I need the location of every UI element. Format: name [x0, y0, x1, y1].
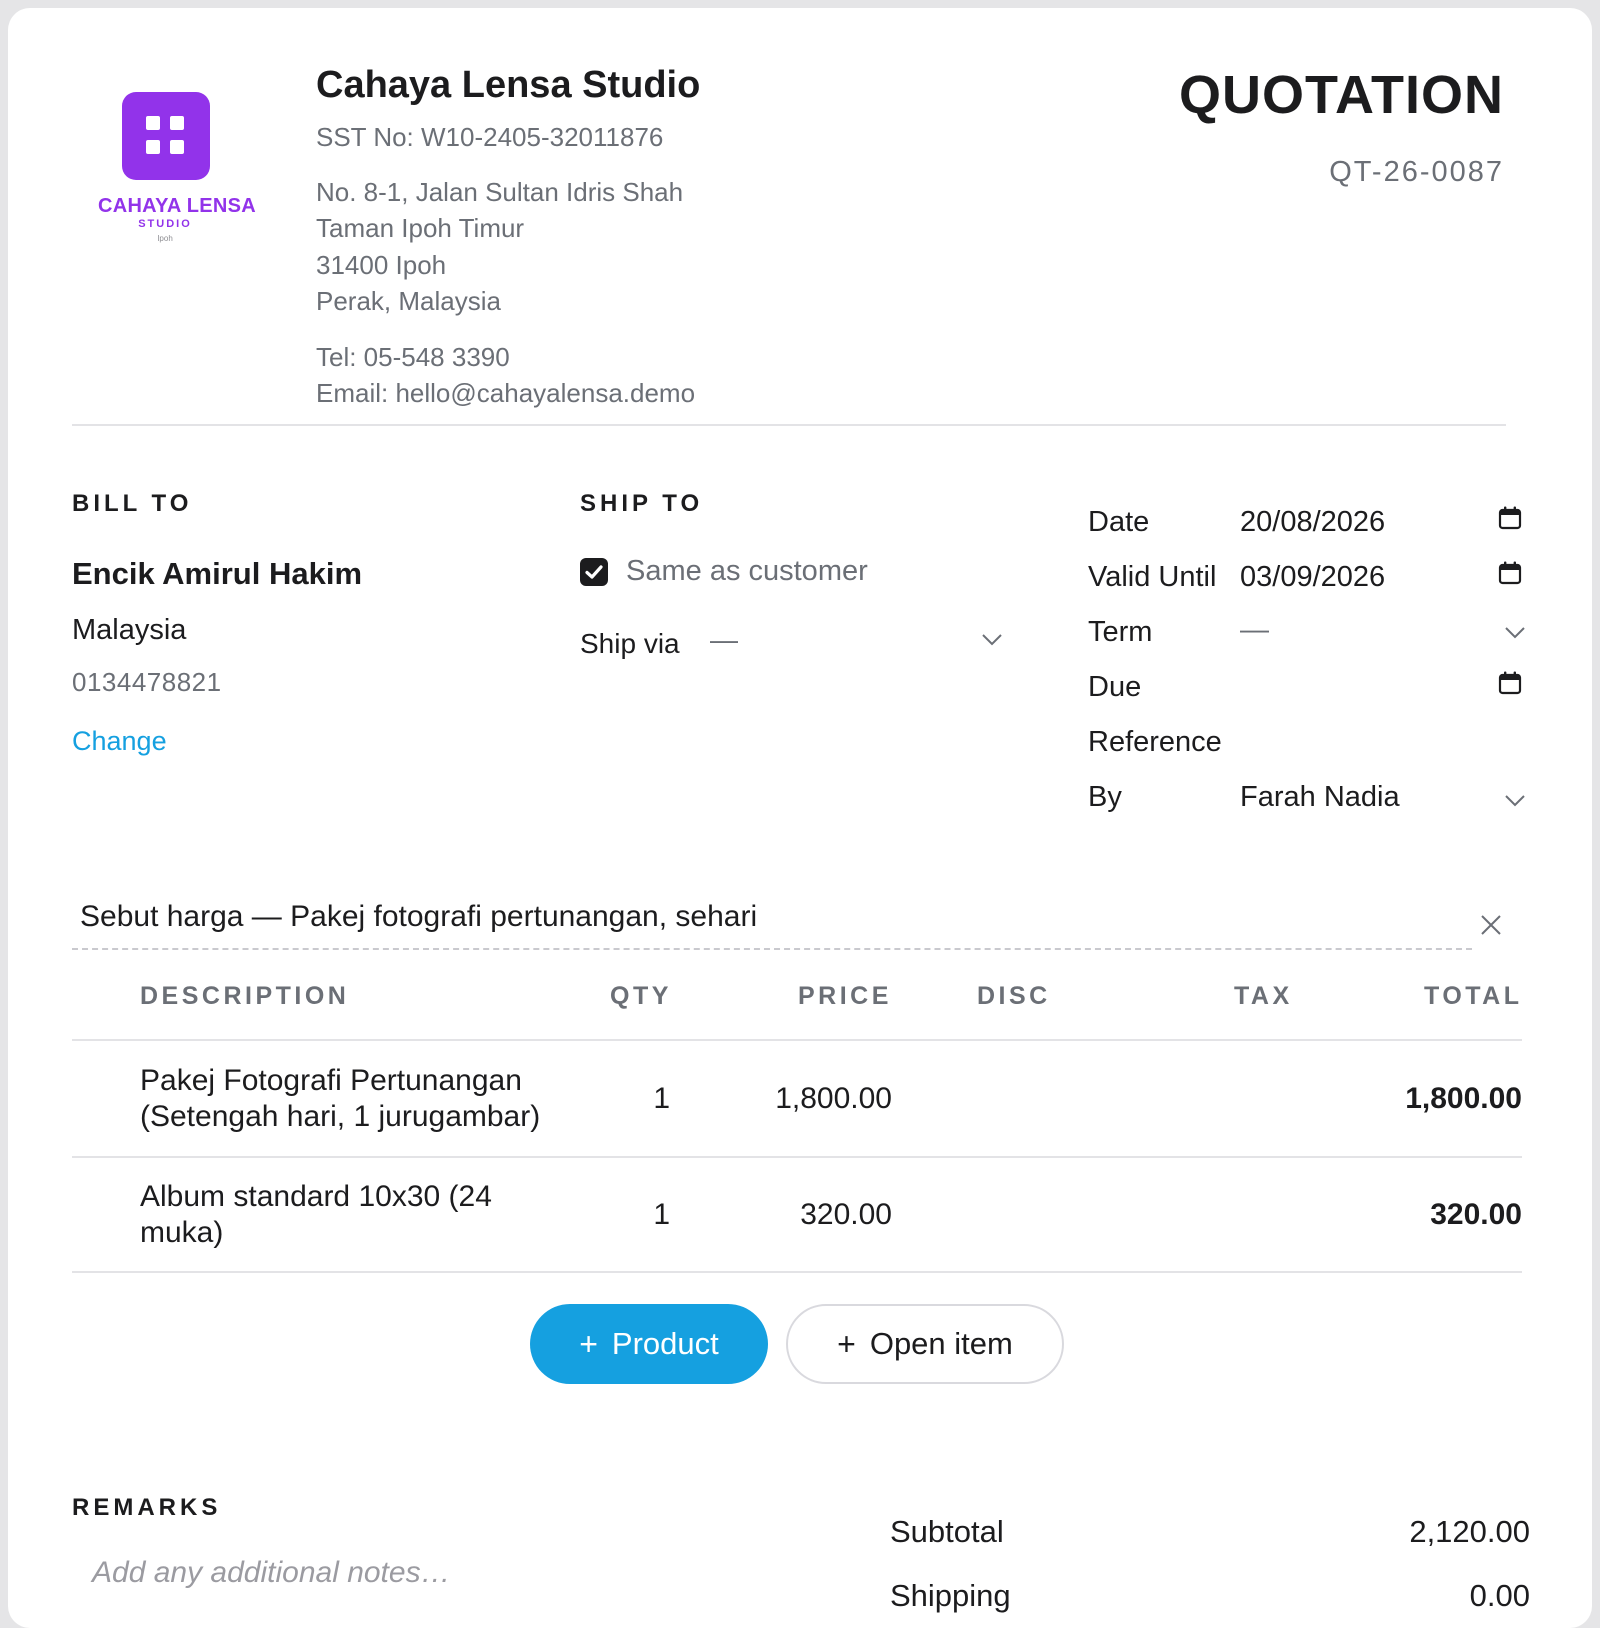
by-label: By	[1088, 781, 1122, 813]
row-price: 320.00	[800, 1198, 892, 1231]
same-as-customer-label: Same as customer	[626, 555, 868, 587]
row-total: 320.00	[1430, 1198, 1522, 1231]
checkmark-icon	[585, 565, 603, 579]
ship-to-label: SHIP TO	[580, 490, 704, 517]
title-underline	[72, 948, 1472, 950]
company-logo-icon	[122, 92, 210, 180]
customer-country: Malaysia	[72, 614, 187, 646]
ship-via-chevron-down-icon[interactable]	[982, 634, 1002, 646]
logo-square	[170, 140, 184, 154]
valid-until-calendar-icon[interactable]	[1498, 561, 1522, 585]
row-description-line: Album standard 10x30 (24	[140, 1180, 492, 1213]
add-open-item-label: Open item	[869, 1326, 1013, 1361]
date-calendar-icon[interactable]	[1498, 506, 1522, 530]
table-header-divider	[72, 1039, 1522, 1041]
change-customer-link[interactable]: Change	[72, 726, 167, 757]
reference-label: Reference	[1088, 726, 1222, 758]
logo-square	[146, 116, 160, 130]
date-field[interactable]: 20/08/2026	[1240, 506, 1385, 539]
plus-icon: +	[837, 1325, 856, 1362]
column-header-total: TOTAL	[1424, 982, 1523, 1010]
customer-name: Encik Amirul Hakim	[72, 556, 363, 591]
row-description-line: muka)	[140, 1216, 224, 1249]
bill-to-label: BILL TO	[72, 490, 193, 517]
shipping-label: Shipping	[890, 1578, 1011, 1613]
valid-until-label: Valid Until	[1088, 561, 1217, 593]
document-number: QT-26-0087	[1329, 156, 1504, 188]
logo-name: CAHAYA LENSA	[97, 195, 257, 217]
column-header-price: PRICE	[798, 982, 892, 1010]
due-calendar-icon[interactable]	[1498, 671, 1522, 695]
company-address-line: 31400 Ipoh	[316, 250, 447, 280]
term-label: Term	[1088, 616, 1153, 648]
column-header-description: DESCRIPTION	[140, 982, 350, 1010]
header-divider	[72, 424, 1506, 426]
column-header-qty: QTY	[610, 982, 672, 1010]
table-row-divider	[72, 1156, 1522, 1158]
shipping-value[interactable]: 0.00	[1470, 1578, 1530, 1614]
plus-icon: +	[579, 1325, 598, 1362]
add-product-label: Product	[611, 1326, 719, 1361]
row-total: 1,800.00	[1405, 1082, 1522, 1115]
remarks-label: REMARKS	[72, 1494, 222, 1521]
company-name: Cahaya Lensa Studio	[316, 64, 701, 106]
column-header-disc: DISC	[977, 982, 1051, 1010]
by-select[interactable]: Farah Nadia	[1240, 781, 1400, 814]
quotation-card	[8, 8, 1592, 1628]
row-qty: 1	[653, 1082, 670, 1115]
subtotal-value: 2,120.00	[1409, 1514, 1530, 1549]
clear-title-close-icon[interactable]	[1480, 914, 1502, 936]
term-chevron-down-icon[interactable]	[1505, 627, 1525, 639]
customer-phone: 0134478821	[72, 667, 222, 697]
date-label: Date	[1088, 506, 1150, 538]
by-chevron-down-icon[interactable]	[1505, 795, 1525, 807]
company-sst: SST No: W10-2405-32011876	[316, 122, 664, 152]
row-qty: 1	[653, 1198, 670, 1231]
company-tel: Tel: 05-548 3390	[316, 342, 510, 372]
ship-via-label: Ship via	[580, 628, 680, 659]
document-title: QUOTATION	[1179, 65, 1504, 125]
column-header-tax: TAX	[1234, 982, 1293, 1010]
company-address-line: Taman Ipoh Timur	[316, 213, 525, 243]
row-price: 1,800.00	[775, 1082, 892, 1115]
add-product-button[interactable]: + Product	[530, 1304, 768, 1384]
ship-via-select[interactable]: —	[710, 624, 738, 656]
logo-city: Ipoh	[157, 234, 173, 243]
subtotal-label: Subtotal	[890, 1514, 1004, 1549]
table-row-divider	[72, 1271, 1522, 1273]
logo-square	[170, 116, 184, 130]
row-description-line: (Setengah hari, 1 jurugambar)	[140, 1100, 541, 1133]
add-open-item-button[interactable]: + Open item	[786, 1304, 1064, 1384]
remarks-input[interactable]: Add any additional notes…	[92, 1556, 451, 1590]
term-select[interactable]: —	[1240, 614, 1269, 647]
company-email: Email: hello@cahayalensa.demo	[316, 378, 696, 408]
logo-square	[146, 140, 160, 154]
quotation-title-input[interactable]: Sebut harga — Pakej fotografi pertunanga…	[80, 900, 757, 934]
logo-subtitle: STUDIO	[138, 218, 192, 230]
company-address-line: Perak, Malaysia	[316, 286, 501, 316]
row-description-line: Pakej Fotografi Pertunangan	[140, 1064, 522, 1097]
same-as-customer-checkbox[interactable]	[580, 558, 608, 586]
company-address-line: No. 8-1, Jalan Sultan Idris Shah	[316, 177, 684, 207]
due-label: Due	[1088, 671, 1142, 703]
valid-until-field[interactable]: 03/09/2026	[1240, 561, 1385, 594]
